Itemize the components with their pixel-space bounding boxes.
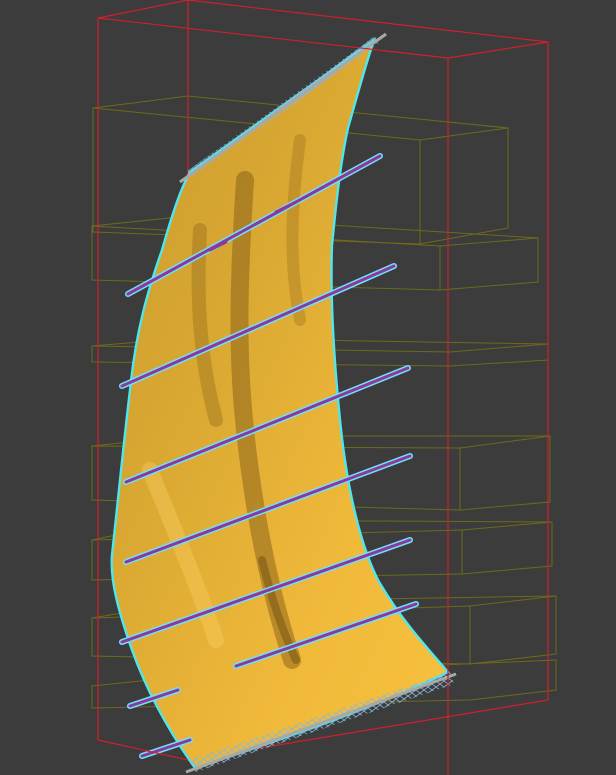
scene-canvas[interactable] xyxy=(0,0,616,775)
3d-viewport[interactable] xyxy=(0,0,616,775)
cloth[interactable] xyxy=(110,36,450,770)
cloth-surface[interactable] xyxy=(110,36,450,770)
